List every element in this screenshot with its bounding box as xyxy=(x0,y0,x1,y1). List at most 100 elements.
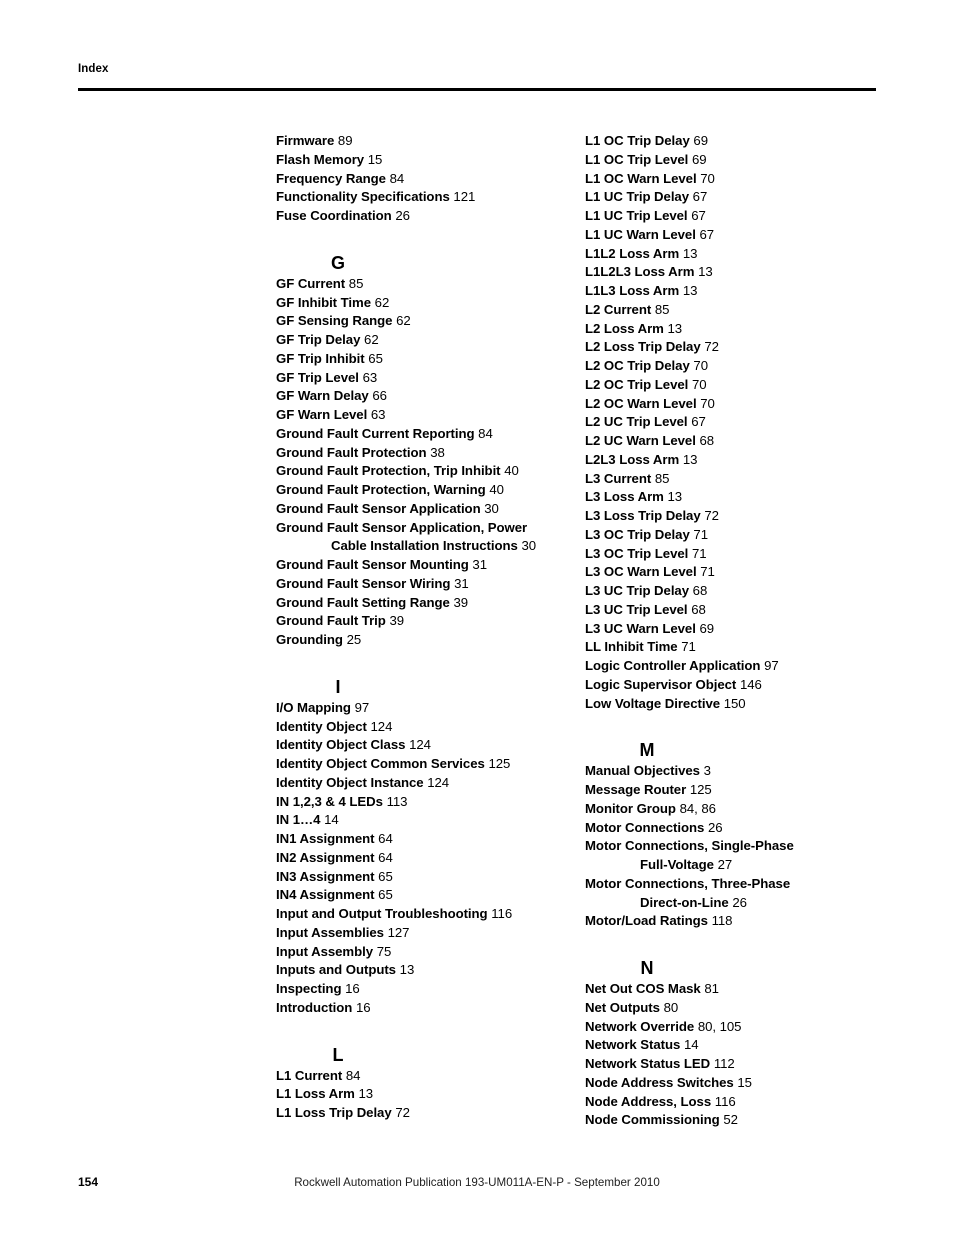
index-entry[interactable]: Frequency Range 84 xyxy=(276,170,566,189)
index-entry[interactable]: Monitor Group 84, 86 xyxy=(585,800,885,819)
index-entry[interactable]: Flash Memory 15 xyxy=(276,151,566,170)
index-entry[interactable]: GF Current 85 xyxy=(276,275,566,294)
index-entry[interactable]: IN4 Assignment 65 xyxy=(276,886,566,905)
index-entry[interactable]: Motor Connections, Single-Phase Full-Volt… xyxy=(585,837,885,875)
index-entry[interactable]: Network Override 80, 105 xyxy=(585,1018,885,1037)
index-entry[interactable]: L1 OC Warn Level 70 xyxy=(585,170,885,189)
index-entry[interactable]: Ground Fault Setting Range 39 xyxy=(276,594,566,613)
index-entry[interactable]: Identity Object Common Services 125 xyxy=(276,755,566,774)
index-entry[interactable]: Ground Fault Sensor Application, Power Ca… xyxy=(276,519,566,557)
index-entry[interactable]: Node Address Switches 15 xyxy=(585,1074,885,1093)
index-entry[interactable]: Grounding 25 xyxy=(276,631,566,650)
index-entry[interactable]: Input Assembly 75 xyxy=(276,943,566,962)
index-entry[interactable]: L2 OC Trip Delay 70 xyxy=(585,357,885,376)
index-entry[interactable]: IN3 Assignment 65 xyxy=(276,868,566,887)
index-entry[interactable]: L2 Current 85 xyxy=(585,301,885,320)
index-entry[interactable]: L1L2L3 Loss Arm 13 xyxy=(585,263,885,282)
index-entry[interactable]: Ground Fault Protection 38 xyxy=(276,444,566,463)
index-entry[interactable]: L1 OC Trip Level 69 xyxy=(585,151,885,170)
index-entry[interactable]: GF Inhibit Time 62 xyxy=(276,294,566,313)
index-entry[interactable]: L2 Loss Arm 13 xyxy=(585,320,885,339)
index-entry-term: Input Assembly xyxy=(276,943,374,959)
index-entry[interactable]: GF Warn Delay 66 xyxy=(276,387,566,406)
index-entry[interactable]: GF Trip Delay 62 xyxy=(276,331,566,350)
index-entry[interactable]: Inputs and Outputs 13 xyxy=(276,961,566,980)
index-entry[interactable]: Logic Supervisor Object 146 xyxy=(585,676,885,695)
index-entry[interactable]: L3 Loss Trip Delay 72 xyxy=(585,507,885,526)
index-entry[interactable]: L1 Loss Arm 13 xyxy=(276,1085,566,1104)
index-entry[interactable]: L2 Loss Trip Delay 72 xyxy=(585,338,885,357)
index-entry[interactable]: Fuse Coordination 26 xyxy=(276,207,566,226)
index-entry[interactable]: L3 OC Warn Level 71 xyxy=(585,563,885,582)
index-entry[interactable]: L1 UC Warn Level 67 xyxy=(585,226,885,245)
index-entry[interactable]: Network Status 14 xyxy=(585,1036,885,1055)
index-entry[interactable]: Identity Object Instance 124 xyxy=(276,774,566,793)
index-entry[interactable]: Manual Objectives 3 xyxy=(585,762,885,781)
index-entry[interactable]: L1 UC Trip Delay 67 xyxy=(585,188,885,207)
index-entry[interactable]: Motor Connections, Three-Phase Direct-on-… xyxy=(585,875,885,913)
index-entry[interactable]: Message Router 125 xyxy=(585,781,885,800)
index-entry-term: Ground Fault Protection, Warning xyxy=(276,482,486,497)
index-entry-term: IN 1,2,3 & 4 LEDs xyxy=(276,793,383,809)
index-entry[interactable]: L3 Current 85 xyxy=(585,470,885,489)
index-entry[interactable]: Low Voltage Directive 150 xyxy=(585,695,885,714)
index-entry[interactable]: GF Trip Inhibit 65 xyxy=(276,350,566,369)
index-entry[interactable]: Net Out COS Mask 81 xyxy=(585,980,885,999)
index-entry[interactable]: Node Address, Loss 116 xyxy=(585,1093,885,1112)
index-entry[interactable]: L2 OC Warn Level 70 xyxy=(585,395,885,414)
index-entry[interactable]: L2L3 Loss Arm 13 xyxy=(585,451,885,470)
index-entry[interactable]: Input and Output Troubleshooting 116 xyxy=(276,905,566,924)
index-entry[interactable]: Motor Connections 26 xyxy=(585,819,885,838)
index-entry[interactable]: Net Outputs 80 xyxy=(585,999,885,1018)
index-entry[interactable]: LL Inhibit Time 71 xyxy=(585,638,885,657)
index-entry[interactable]: IN 1…4 14 xyxy=(276,811,566,830)
index-entry[interactable]: Ground Fault Trip 39 xyxy=(276,612,566,631)
index-entry[interactable]: Identity Object 124 xyxy=(276,718,566,737)
index-entry[interactable]: IN2 Assignment 64 xyxy=(276,849,566,868)
index-entry[interactable]: GF Sensing Range 62 xyxy=(276,312,566,331)
index-entry-term: IN3 Assignment xyxy=(276,868,375,884)
index-entry[interactable]: Motor/Load Ratings 118 xyxy=(585,912,885,931)
index-entry[interactable]: Identity Object Class 124 xyxy=(276,736,566,755)
index-entry[interactable]: L1L2 Loss Arm 13 xyxy=(585,245,885,264)
index-entry[interactable]: GF Trip Level 63 xyxy=(276,369,566,388)
index-entry[interactable]: L1 Loss Trip Delay 72 xyxy=(276,1104,566,1123)
index-entry[interactable]: Ground Fault Sensor Mounting 31 xyxy=(276,556,566,575)
index-entry[interactable]: Functionality Specifications 121 xyxy=(276,188,566,207)
index-entry[interactable]: Firmware 89 xyxy=(276,132,566,151)
index-entry[interactable]: L1 Current 84 xyxy=(276,1067,566,1086)
index-entry[interactable]: IN 1,2,3 & 4 LEDs 113 xyxy=(276,793,566,812)
index-entry[interactable]: L2 OC Trip Level 70 xyxy=(585,376,885,395)
index-entry[interactable]: Network Status LED 112 xyxy=(585,1055,885,1074)
index-entry[interactable]: IN1 Assignment 64 xyxy=(276,830,566,849)
index-entry-term: Ground Fault Protection, Trip Inhibit xyxy=(276,463,501,479)
index-entry[interactable]: L2 UC Warn Level 68 xyxy=(585,432,885,451)
index-entry[interactable]: L1 OC Trip Delay 69 xyxy=(585,132,885,151)
index-entry[interactable]: Logic Controller Application 97 xyxy=(585,657,885,676)
index-entry[interactable]: Ground Fault Protection, Warning 40 xyxy=(276,481,566,500)
index-entry[interactable]: L3 Loss Arm 13 xyxy=(585,488,885,507)
index-entry[interactable]: Node Commissioning 52 xyxy=(585,1111,885,1130)
index-entry-pages: 65 xyxy=(368,350,383,366)
index-entry[interactable]: L3 OC Trip Delay 71 xyxy=(585,526,885,545)
index-entry[interactable]: Inspecting 16 xyxy=(276,980,566,999)
index-entry[interactable]: Ground Fault Sensor Wiring 31 xyxy=(276,575,566,594)
index-entry[interactable]: L3 UC Warn Level 69 xyxy=(585,620,885,639)
index-entry[interactable]: L3 UC Trip Level 68 xyxy=(585,601,885,620)
index-entry[interactable]: L3 OC Trip Level 71 xyxy=(585,545,885,564)
index-entry-pages: 64 xyxy=(378,831,393,846)
index-entry[interactable]: L2 UC Trip Level 67 xyxy=(585,413,885,432)
index-entry-pages: 25 xyxy=(346,632,362,647)
index-entry[interactable]: L1 UC Trip Level 67 xyxy=(585,207,885,226)
index-entry[interactable]: GF Warn Level 63 xyxy=(276,406,566,425)
index-entry[interactable]: Ground Fault Protection, Trip Inhibit 40 xyxy=(276,462,566,481)
index-entry[interactable]: Introduction 16 xyxy=(276,999,566,1018)
index-entry[interactable]: Ground Fault Current Reporting 84 xyxy=(276,425,566,444)
index-entry[interactable]: L1L3 Loss Arm 13 xyxy=(585,282,885,301)
index-entry[interactable]: I/O Mapping 97 xyxy=(276,699,566,718)
index-entry-pages: 124 xyxy=(427,774,450,790)
index-entry[interactable]: L3 UC Trip Delay 68 xyxy=(585,582,885,601)
index-entry[interactable]: Ground Fault Sensor Application 30 xyxy=(276,500,566,519)
index-entry[interactable]: Input Assemblies 127 xyxy=(276,924,566,943)
